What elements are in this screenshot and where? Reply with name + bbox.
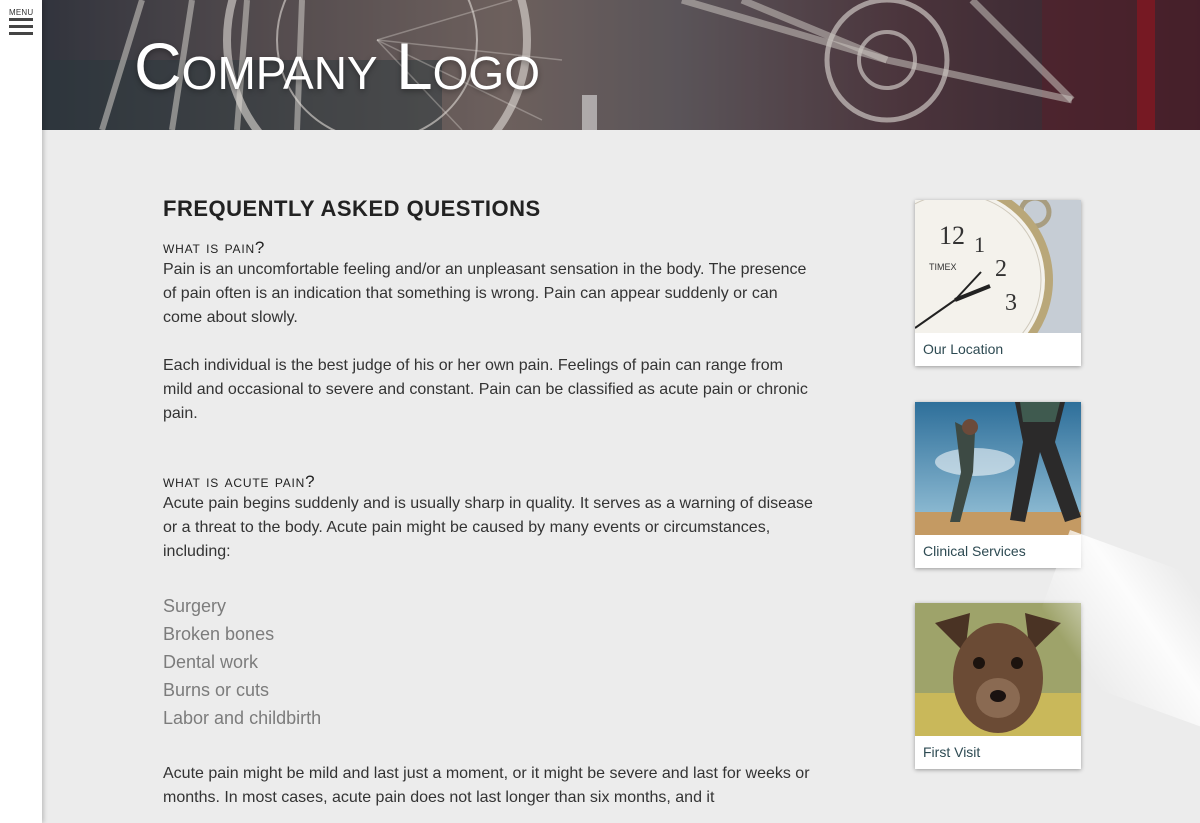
- company-logo[interactable]: Company Logo: [134, 28, 540, 104]
- svg-text:12: 12: [939, 221, 965, 250]
- causes-list: Surgery Broken bones Dental work Burns o…: [163, 592, 813, 732]
- list-item: Dental work: [163, 652, 259, 672]
- faq-title: FREQUENTLY ASKED QUESTIONS: [163, 196, 541, 221]
- puppy-image: [915, 603, 1081, 736]
- first-visit-card[interactable]: First Visit: [915, 603, 1081, 769]
- menu-rail: MENU: [0, 0, 42, 823]
- svg-text:3: 3: [1005, 290, 1017, 316]
- hamburger-icon[interactable]: [9, 18, 33, 35]
- answer-paragraph: Pain is an uncomfortable feeling and/or …: [163, 261, 807, 326]
- page: MENU Company Logo FREQUENTLY ASKED QUEST…: [0, 0, 1200, 823]
- our-location-card[interactable]: 12 1 2 3 TIMEX Our Location: [915, 200, 1081, 366]
- menu-label: MENU: [9, 8, 34, 17]
- athletes-image: [915, 402, 1081, 535]
- svg-text:2: 2: [995, 256, 1007, 282]
- header-banner: Company Logo: [42, 0, 1200, 130]
- answer-paragraph: Each individual is the best judge of his…: [163, 357, 808, 422]
- list-item: Surgery: [163, 596, 227, 616]
- answer-paragraph: Acute pain might be mild and last just a…: [163, 765, 810, 806]
- list-item: Burns or cuts: [163, 680, 270, 700]
- card-label: Clinical Services: [923, 543, 1026, 559]
- list-item: Broken bones: [163, 624, 275, 644]
- clinical-services-card[interactable]: Clinical Services: [915, 402, 1081, 568]
- card-label: First Visit: [923, 744, 981, 760]
- alarm-clock-image: 12 1 2 3 TIMEX: [915, 200, 1081, 333]
- question-heading: WHAT IS PAIN?: [163, 238, 266, 257]
- faq-content: FREQUENTLY ASKED QUESTIONS WHAT IS PAIN?…: [163, 196, 813, 810]
- card-label: Our Location: [923, 341, 1004, 357]
- list-item: Labor and childbirth: [163, 708, 322, 728]
- answer-paragraph: Acute pain begins suddenly and is usuall…: [163, 495, 813, 560]
- svg-text:TIMEX: TIMEX: [929, 262, 957, 272]
- question-heading: WHAT IS ACUTE PAIN?: [163, 472, 316, 491]
- svg-text:1: 1: [974, 232, 985, 257]
